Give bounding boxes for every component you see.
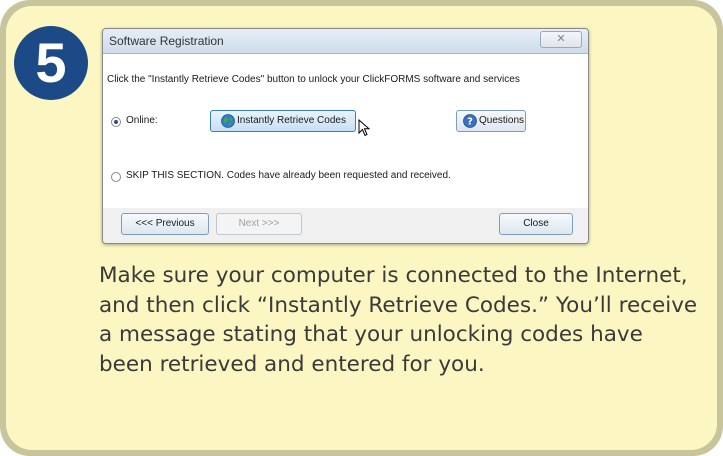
previous-button[interactable]: <<< Previous: [121, 213, 209, 235]
questions-button-label: Questions: [479, 115, 525, 126]
dialog-body: Click the "Instantly Retrieve Codes" but…: [103, 54, 588, 208]
online-label: Online:: [126, 115, 158, 126]
dialog-instruction: Click the "Instantly Retrieve Codes" but…: [107, 74, 520, 85]
globe-icon: [221, 114, 235, 128]
online-radio[interactable]: [111, 117, 121, 127]
dialog-titlebar: Software Registration ✕: [103, 29, 588, 54]
next-button[interactable]: Next >>>: [216, 213, 302, 235]
skip-section-label: SKIP THIS SECTION. Codes have already be…: [126, 170, 451, 181]
dialog-title: Software Registration: [109, 34, 224, 48]
software-registration-dialog: Software Registration ✕ Click the "Insta…: [102, 28, 589, 244]
close-button[interactable]: Close: [499, 213, 573, 235]
dialog-close-icon[interactable]: ✕: [540, 31, 582, 48]
questions-button[interactable]: ? Questions: [456, 110, 526, 132]
svg-text:?: ?: [467, 117, 473, 128]
instantly-retrieve-codes-button[interactable]: Instantly Retrieve Codes: [210, 110, 356, 132]
dialog-footer: <<< Previous Next >>> Close: [103, 209, 588, 243]
question-icon: ?: [463, 114, 477, 128]
step-number-badge: 5: [14, 26, 88, 100]
step-caption: Make sure your computer is connected to …: [99, 263, 698, 377]
cursor-icon: [358, 119, 371, 137]
skip-section-radio[interactable]: [111, 172, 121, 182]
retrieve-button-label: Instantly Retrieve Codes: [237, 115, 346, 126]
step-card-inner: 5 Software Registration ✕ Click the "Ins…: [6, 6, 717, 450]
step-card: 5 Software Registration ✕ Click the "Ins…: [0, 0, 723, 456]
